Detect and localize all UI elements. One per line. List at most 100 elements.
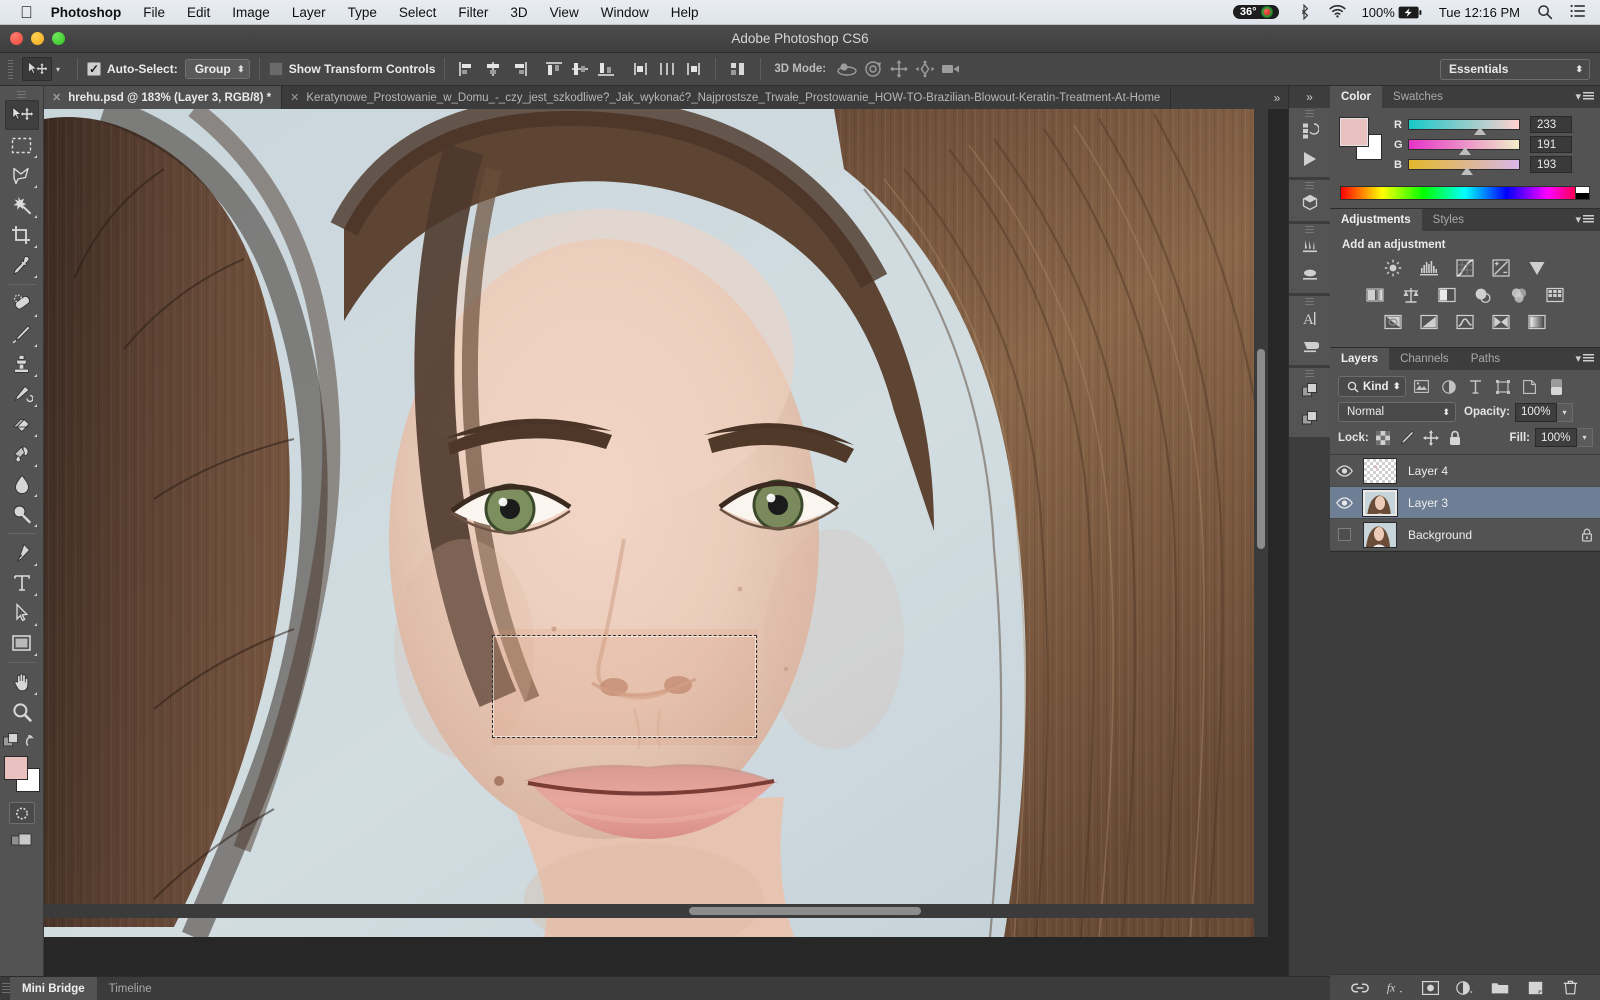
distribute-right-edges-icon[interactable]: [682, 58, 704, 80]
layer-style-icon[interactable]: fx: [1386, 979, 1404, 997]
exposure-icon[interactable]: [1490, 258, 1512, 278]
menu-item-edit[interactable]: Edit: [187, 5, 210, 20]
color-panel-menu-button[interactable]: ▾: [1575, 90, 1594, 103]
filter-shape-layers-icon[interactable]: [1492, 377, 1514, 397]
distribute-horizontal-centers-icon[interactable]: [656, 58, 678, 80]
magic-wand-tool[interactable]: [5, 190, 39, 220]
swap-colors-icon[interactable]: [25, 733, 41, 748]
gradient-map-icon[interactable]: [1526, 312, 1548, 332]
levels-icon[interactable]: [1418, 258, 1440, 278]
menu-item-image[interactable]: Image: [232, 5, 270, 20]
photo-filter-icon[interactable]: [1472, 285, 1494, 305]
tab-swatches[interactable]: Swatches: [1382, 86, 1454, 108]
link-layers-icon[interactable]: [1351, 979, 1369, 997]
show-transform-controls-checkbox[interactable]: ✓: [269, 62, 283, 76]
new-layer-icon[interactable]: [1526, 979, 1544, 997]
gradient-tool[interactable]: [5, 439, 39, 469]
character-icon[interactable]: A: [1295, 305, 1325, 333]
hue-saturation-icon[interactable]: [1364, 285, 1386, 305]
dock-group-grip[interactable]: [1289, 180, 1330, 189]
table-row[interactable]: Layer 4: [1330, 455, 1600, 487]
channel-value-r[interactable]: 233: [1530, 116, 1572, 133]
brightness-contrast-icon[interactable]: [1382, 258, 1404, 278]
minimize-window-button[interactable]: [31, 32, 44, 45]
layer-hidden-box[interactable]: [1338, 528, 1351, 541]
layer-mask-icon[interactable]: [1421, 979, 1439, 997]
filter-pixel-layers-icon[interactable]: [1411, 377, 1433, 397]
color-lookup-icon[interactable]: [1544, 285, 1566, 305]
menu-item-select[interactable]: Select: [399, 5, 437, 20]
3d-pan-icon[interactable]: [888, 58, 910, 80]
lock-image-pixels-icon[interactable]: [1397, 429, 1417, 447]
spot-healing-brush-tool[interactable]: [5, 289, 39, 319]
tab-mini-bridge[interactable]: Mini Bridge: [10, 977, 97, 1000]
vertical-scroll-thumb[interactable]: [1257, 349, 1265, 549]
move-tool[interactable]: [5, 100, 39, 130]
document-tab-second[interactable]: ✕ Keratynowe_Prostowanie_w_Domu_-_czy_je…: [282, 86, 1171, 109]
align-top-edges-icon[interactable]: [543, 58, 565, 80]
layer-thumbnail[interactable]: [1363, 490, 1397, 516]
opacity-slider-button[interactable]: ▾: [1557, 403, 1573, 422]
filter-smart-objects-icon[interactable]: [1519, 377, 1541, 397]
eraser-tool[interactable]: [5, 409, 39, 439]
distribute-panel-icon[interactable]: [727, 58, 749, 80]
menu-item-help[interactable]: Help: [671, 5, 699, 20]
expand-panels-button[interactable]: »: [1289, 86, 1330, 108]
current-tool-icon[interactable]: [22, 57, 52, 81]
tab-styles[interactable]: Styles: [1422, 209, 1475, 231]
menu-item-3d[interactable]: 3D: [510, 5, 527, 20]
horizontal-scroll-thumb[interactable]: [689, 907, 921, 915]
layer-filter-kind-dropdown[interactable]: Kind: [1338, 376, 1406, 397]
close-tab-icon[interactable]: ✕: [290, 91, 299, 104]
fill-value-field[interactable]: 100%: [1535, 428, 1577, 447]
3d-scale-camera-icon[interactable]: [940, 58, 962, 80]
lock-all-icon[interactable]: [1445, 429, 1465, 447]
edit-toolbar-icon[interactable]: [3, 733, 19, 748]
temperature-indicator[interactable]: 36°: [1233, 5, 1279, 19]
maximize-window-button[interactable]: [52, 32, 65, 45]
blend-mode-dropdown[interactable]: Normal: [1338, 402, 1456, 422]
foreground-color-chip[interactable]: [1340, 118, 1368, 146]
layer-visibility-toggle[interactable]: [1330, 497, 1358, 509]
clone-source-icon[interactable]: [1295, 377, 1325, 405]
new-fill-adjustment-icon[interactable]: [1456, 979, 1474, 997]
eyedropper-tool[interactable]: [5, 250, 39, 280]
paragraph-icon[interactable]: [1295, 333, 1325, 361]
auto-select-checkbox[interactable]: ✓: [87, 62, 101, 76]
channel-mixer-icon[interactable]: [1508, 285, 1530, 305]
crop-tool[interactable]: [5, 220, 39, 250]
blur-tool[interactable]: [5, 469, 39, 499]
notification-center-icon[interactable]: [1570, 4, 1586, 20]
align-left-edges-icon[interactable]: [456, 58, 478, 80]
3d-slide-icon[interactable]: [914, 58, 936, 80]
layer-thumbnail[interactable]: [1363, 458, 1397, 484]
layer-thumbnail-cell[interactable]: [1358, 522, 1402, 548]
layers-panel-menu-button[interactable]: ▾: [1575, 352, 1594, 365]
menu-item-window[interactable]: Window: [601, 5, 649, 20]
dock-group-grip[interactable]: [1289, 296, 1330, 305]
channel-value-g[interactable]: 191: [1530, 136, 1572, 153]
menu-item-type[interactable]: Type: [348, 5, 377, 20]
layer-name[interactable]: Background: [1402, 528, 1574, 542]
dock-group-grip[interactable]: [1289, 108, 1330, 117]
tab-layers[interactable]: Layers: [1330, 348, 1389, 370]
tab-timeline[interactable]: Timeline: [97, 977, 164, 1000]
delete-layer-icon[interactable]: [1561, 979, 1579, 997]
channel-slider-g[interactable]: [1408, 139, 1520, 150]
brush-panel-icon[interactable]: [1295, 261, 1325, 289]
lock-transparent-pixels-icon[interactable]: [1373, 429, 1393, 447]
tab-color[interactable]: Color: [1330, 86, 1382, 108]
brush-tool[interactable]: [5, 319, 39, 349]
lock-position-icon[interactable]: [1421, 429, 1441, 447]
menu-item-layer[interactable]: Layer: [292, 5, 326, 20]
close-window-button[interactable]: [10, 32, 23, 45]
canvas-vertical-scrollbar[interactable]: [1254, 109, 1268, 937]
adjustments-panel-menu-button[interactable]: ▾: [1575, 213, 1594, 226]
color-spectrum-ramp[interactable]: [1340, 186, 1590, 200]
align-right-edges-icon[interactable]: [508, 58, 530, 80]
new-group-icon[interactable]: [1491, 979, 1509, 997]
black-white-icon[interactable]: [1436, 285, 1458, 305]
canvas-horizontal-scrollbar[interactable]: [44, 904, 1268, 918]
selective-color-icon[interactable]: [1490, 312, 1512, 332]
color-balance-icon[interactable]: [1400, 285, 1422, 305]
